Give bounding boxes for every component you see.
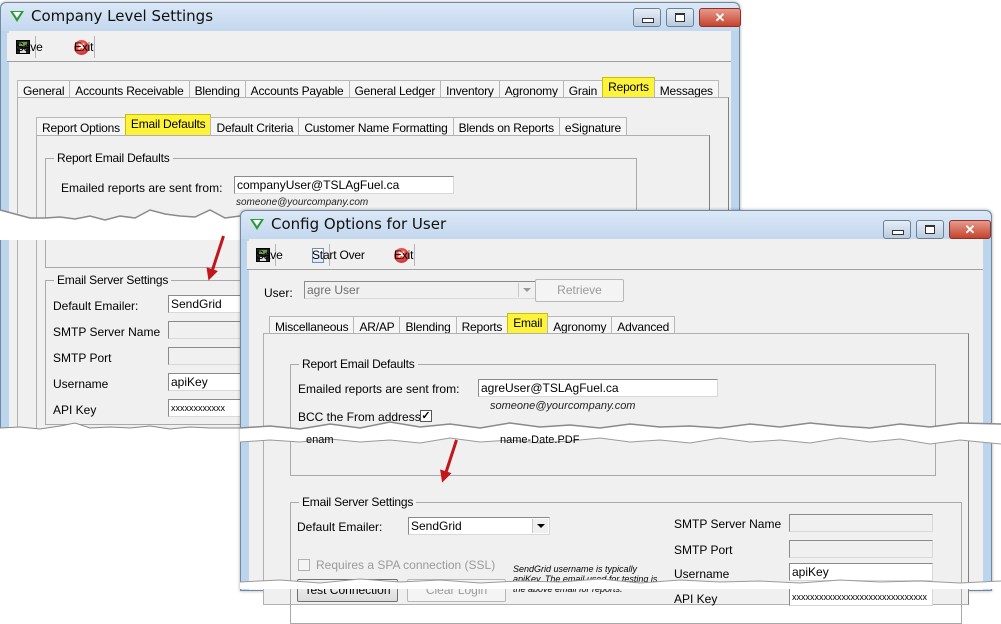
app-logo-icon <box>250 219 264 230</box>
minimize-icon <box>642 18 654 23</box>
smtp-server-input[interactable] <box>789 514 933 532</box>
spa-checkbox[interactable] <box>298 559 310 571</box>
maximize-icon <box>925 225 935 234</box>
window-title: Company Level Settings <box>31 7 214 25</box>
save-label: Save <box>16 40 43 54</box>
sent-from-hint: someone@yourcompany.com <box>490 400 636 412</box>
title-bar[interactable]: Config Options for User ✕ <box>241 211 991 239</box>
api-key-input[interactable]: xxxxxxxxxxxxxxxxxxxxxxxxxxxxxx <box>789 588 933 606</box>
group-title: Email Server Settings <box>54 273 172 287</box>
start-over-label: Start Over <box>312 248 365 262</box>
sent-from-input[interactable]: agreUser@TSLAgFuel.ca <box>478 379 718 397</box>
smtp-port-input[interactable] <box>789 540 933 558</box>
minimize-button[interactable] <box>633 8 661 27</box>
note-line: SendGrid username is typically <box>513 564 638 574</box>
partial-filename-value: name-Date.PDF <box>500 434 580 446</box>
close-button[interactable]: ✕ <box>949 220 991 239</box>
smtp-port-label: SMTP Port <box>53 351 112 365</box>
default-emailer-label: Default Emailer: <box>297 520 383 534</box>
smtp-server-label: SMTP Server Name <box>674 517 782 531</box>
chevron-down-icon[interactable] <box>532 519 548 533</box>
group-title: Report Email Defaults <box>299 357 418 371</box>
username-label: Username <box>53 377 109 391</box>
email-server-settings-group: Email Server Settings Default Emailer: S… <box>290 495 962 624</box>
group-title: Report Email Defaults <box>54 151 173 165</box>
save-label: Save <box>256 248 283 262</box>
api-key-label: API Key <box>674 592 718 606</box>
exit-label: Exit <box>74 40 94 54</box>
close-icon: ✕ <box>714 10 726 25</box>
exit-button[interactable]: ✕ Exit <box>69 36 95 58</box>
start-over-button[interactable]: Start Over <box>307 244 365 266</box>
spa-label: Requires a SPA connection (SSL) <box>316 558 496 572</box>
title-bar[interactable]: Company Level Settings ✕ <box>1 3 741 31</box>
smtp-server-label: SMTP Server Name <box>53 325 161 339</box>
blank-gap <box>0 434 240 589</box>
user-select-value: agre User <box>307 283 360 297</box>
email-tab-panel: Report Email Defaults Emailed reports ar… <box>263 333 969 624</box>
app-logo-icon <box>10 11 24 22</box>
sent-from-label: Emailed reports are sent from: <box>61 181 223 195</box>
exit-label: Exit <box>394 248 414 262</box>
maximize-icon <box>675 13 685 22</box>
user-select[interactable]: agre User <box>304 281 536 299</box>
partial-filename-label: enam <box>306 434 334 446</box>
close-button[interactable]: ✕ <box>699 8 741 27</box>
minimize-button[interactable] <box>883 220 911 239</box>
retrieve-button[interactable]: Retrieve <box>535 279 624 302</box>
torn-edge-user-bottom <box>240 578 1001 589</box>
user-label: User: <box>264 286 293 300</box>
sent-from-input[interactable]: companyUser@TSLAgFuel.ca <box>234 176 454 194</box>
chevron-down-icon[interactable] <box>518 283 534 297</box>
toolbar: Save ✕ Exit <box>7 33 731 62</box>
toolbar: Save Start Over ✕ Exit <box>247 241 983 270</box>
torn-edge-middle <box>240 421 1001 445</box>
maximize-button[interactable] <box>666 8 694 27</box>
default-emailer-select[interactable]: SendGrid <box>408 517 550 535</box>
user-config-window: Config Options for User ✕ Save Start Ove… <box>240 210 992 624</box>
save-button[interactable]: Save <box>11 36 43 58</box>
exit-button[interactable]: ✕ Exit <box>389 244 415 266</box>
group-title: Email Server Settings <box>299 495 417 509</box>
default-emailer-label: Default Emailer: <box>53 299 139 313</box>
user-client-area: Save Start Over ✕ Exit User: agre User R… <box>247 239 983 624</box>
default-emailer-value: SendGrid <box>411 519 462 533</box>
minimize-icon <box>892 230 904 235</box>
smtp-port-label: SMTP Port <box>674 543 733 557</box>
close-icon: ✕ <box>964 222 976 237</box>
sent-from-label: Emailed reports are sent from: <box>298 382 460 396</box>
window-title: Config Options for User <box>271 215 447 233</box>
api-key-label: API Key <box>53 403 97 417</box>
save-button[interactable]: Save <box>251 244 283 266</box>
maximize-button[interactable] <box>916 220 944 239</box>
